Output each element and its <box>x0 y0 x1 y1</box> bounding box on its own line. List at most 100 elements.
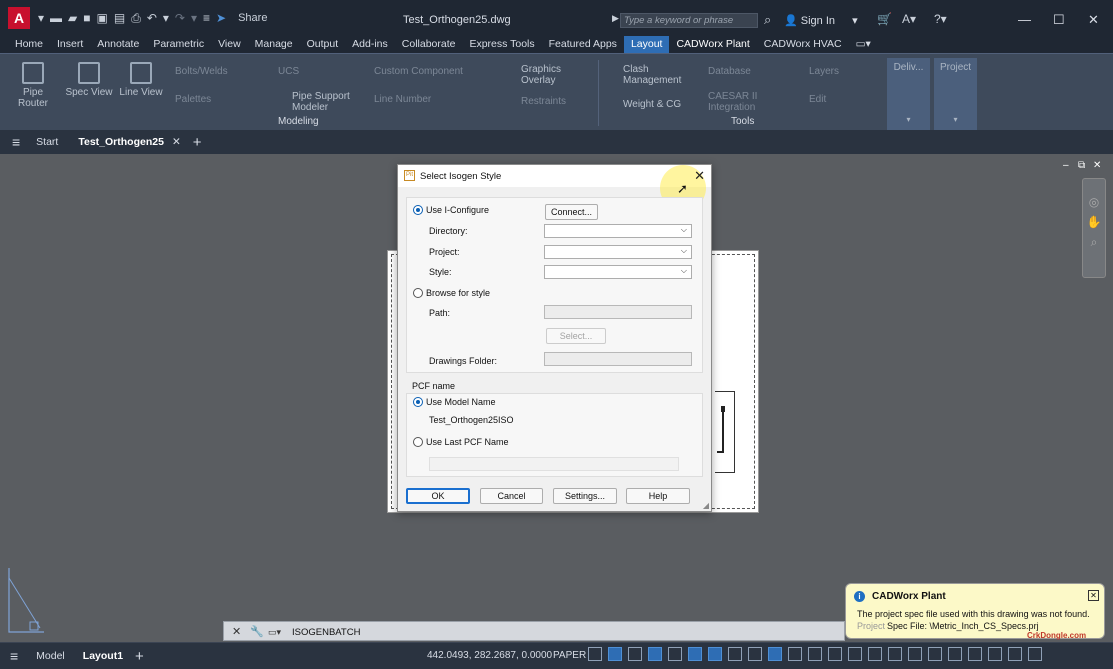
steering-wheel-icon[interactable]: ◎ <box>1083 195 1105 209</box>
bolts-welds-button[interactable]: Bolts/Welds <box>175 66 228 77</box>
tab-manage[interactable]: Manage <box>248 36 300 53</box>
viewport-minimize-icon[interactable]: – <box>1063 160 1069 171</box>
navigation-bar[interactable]: ◎ ✋ ⌕ <box>1082 178 1106 278</box>
tab-output[interactable]: Output <box>300 36 346 53</box>
resize-grip-icon[interactable]: ◢ <box>703 501 709 510</box>
dialog-close-icon[interactable]: ✕ <box>694 168 705 184</box>
command-prompt-icon[interactable]: ▭▾ <box>268 627 281 638</box>
pan-icon[interactable]: ✋ <box>1083 215 1105 229</box>
directory-select[interactable]: ⌵ <box>544 224 692 238</box>
style-select[interactable]: ⌵ <box>544 265 692 279</box>
object-snap-tracking-icon[interactable] <box>708 647 722 661</box>
layout1-tab[interactable]: Layout1 <box>83 650 123 662</box>
redo-dropdown-icon[interactable]: ▾ <box>191 11 197 25</box>
paper-space-toggle[interactable]: PAPER <box>553 650 586 661</box>
command-close-icon[interactable]: ✕ <box>232 625 241 638</box>
wrench-icon[interactable]: 🔧 <box>250 625 264 638</box>
line-view-button[interactable]: Line View <box>119 62 163 98</box>
clash-management-button[interactable]: Clash Management <box>623 64 681 86</box>
infer-constraints-icon[interactable] <box>608 647 622 661</box>
ortho-icon[interactable] <box>648 647 662 661</box>
database-button[interactable]: Database <box>708 66 751 77</box>
project-select[interactable]: ⌵ <box>544 245 692 259</box>
hardware-acceleration-icon[interactable] <box>988 647 1002 661</box>
ucs-button[interactable]: UCS <box>278 66 299 77</box>
ribbon-options-icon[interactable]: ▭▾ <box>849 36 878 53</box>
tab-home[interactable]: Home <box>8 36 50 53</box>
model-tab[interactable]: Model <box>36 650 65 662</box>
tab-add-ins[interactable]: Add-ins <box>345 36 395 53</box>
dynamic-ucs-icon[interactable] <box>808 647 822 661</box>
undo-icon[interactable]: ↶ <box>147 11 157 25</box>
workspace-icon[interactable] <box>888 647 902 661</box>
open-folder-icon[interactable]: ▰ <box>68 11 77 25</box>
tab-express-tools[interactable]: Express Tools <box>462 36 541 53</box>
caesar-integration-button[interactable]: CAESAR II Integration <box>708 91 757 113</box>
command-line[interactable]: ✕ 🔧 ▭▾ ISOGENBATCH <box>223 621 845 641</box>
menu-icon[interactable]: ≡ <box>10 648 18 664</box>
app-logo[interactable]: A <box>8 7 30 29</box>
customization-icon[interactable] <box>1028 647 1042 661</box>
connect-button[interactable]: Connect... <box>545 204 598 220</box>
ok-button[interactable]: OK <box>406 488 470 504</box>
close-tab-icon[interactable]: ✕ <box>172 136 181 148</box>
redo-icon[interactable]: ↷ <box>175 11 185 25</box>
polar-icon[interactable] <box>668 647 682 661</box>
save-icon[interactable]: ■ <box>83 11 90 25</box>
clean-screen-icon[interactable] <box>1008 647 1022 661</box>
expand-icon[interactable]: ▶ <box>612 13 619 24</box>
spec-view-button[interactable]: Spec View <box>65 62 113 98</box>
use-model-name-radio[interactable] <box>413 397 423 407</box>
graphics-overlay-button[interactable]: Graphics Overlay <box>521 64 561 86</box>
annotation-monitor-icon[interactable] <box>908 647 922 661</box>
units-icon[interactable] <box>928 647 942 661</box>
isolate-objects-icon[interactable] <box>968 647 982 661</box>
autodesk-app-icon[interactable]: A▾ <box>902 12 916 26</box>
custom-component-button[interactable]: Custom Component <box>374 66 463 77</box>
dropdown-arrow-icon[interactable]: ▾ <box>38 11 44 25</box>
tab-featured-apps[interactable]: Featured Apps <box>542 36 624 53</box>
restraints-button[interactable]: Restraints <box>521 96 566 107</box>
share-button[interactable]: Share <box>238 12 267 24</box>
menu-icon[interactable]: ≡ <box>12 134 20 150</box>
drawings-folder-field[interactable] <box>544 352 692 366</box>
cancel-button[interactable]: Cancel <box>480 488 543 504</box>
weight-cg-button[interactable]: Weight & CG <box>623 99 681 110</box>
add-layout-icon[interactable]: + <box>135 648 144 665</box>
undo-dropdown-icon[interactable]: ▾ <box>163 11 169 25</box>
select-button[interactable]: Select... <box>546 328 606 344</box>
use-last-pcf-radio[interactable] <box>413 437 423 447</box>
file-tab-start[interactable]: Start <box>36 136 58 148</box>
transparency-icon[interactable] <box>768 647 782 661</box>
sign-in-button[interactable]: 👤 Sign In ▾ <box>784 14 858 27</box>
line-number-button[interactable]: Line Number <box>374 94 431 105</box>
path-field[interactable] <box>544 305 692 319</box>
share-icon[interactable]: ➤ <box>216 11 226 25</box>
help-icon[interactable]: ?▾ <box>934 12 947 26</box>
close-icon[interactable]: ✕ <box>1088 12 1099 28</box>
tab-annotate[interactable]: Annotate <box>90 36 146 53</box>
isodraft-icon[interactable] <box>688 647 702 661</box>
layers-button[interactable]: Layers <box>809 66 839 77</box>
snap-icon[interactable] <box>588 647 602 661</box>
minimize-icon[interactable]: — <box>1018 12 1031 27</box>
lineweight-icon[interactable] <box>748 647 762 661</box>
gizmo-icon[interactable] <box>848 647 862 661</box>
pipe-support-modeler-button[interactable]: Pipe Support Modeler <box>292 91 350 113</box>
tab-cadworx-hvac[interactable]: CADWorx HVAC <box>757 36 849 53</box>
new-tab-icon[interactable]: + <box>193 134 202 151</box>
save-as-icon[interactable]: ▣ <box>97 11 108 25</box>
annotation-visibility-icon[interactable] <box>868 647 882 661</box>
customize-qat-icon[interactable]: ≡ <box>203 11 210 25</box>
search-input[interactable]: Type a keyword or phrase <box>620 13 758 28</box>
settings-button[interactable]: Settings... <box>553 488 617 504</box>
tab-view[interactable]: View <box>211 36 248 53</box>
save-to-web-icon[interactable]: ▤ <box>114 11 125 25</box>
deliverables-panel[interactable]: Deliv... ▾ <box>887 58 930 130</box>
edit-button[interactable]: Edit <box>809 94 826 105</box>
tab-insert[interactable]: Insert <box>50 36 90 53</box>
pipe-router-button[interactable]: Pipe Router <box>8 62 58 109</box>
viewport-restore-icon[interactable]: ⧉ <box>1078 160 1085 171</box>
notification-close-icon[interactable]: ✕ <box>1088 590 1099 601</box>
tab-collaborate[interactable]: Collaborate <box>395 36 463 53</box>
